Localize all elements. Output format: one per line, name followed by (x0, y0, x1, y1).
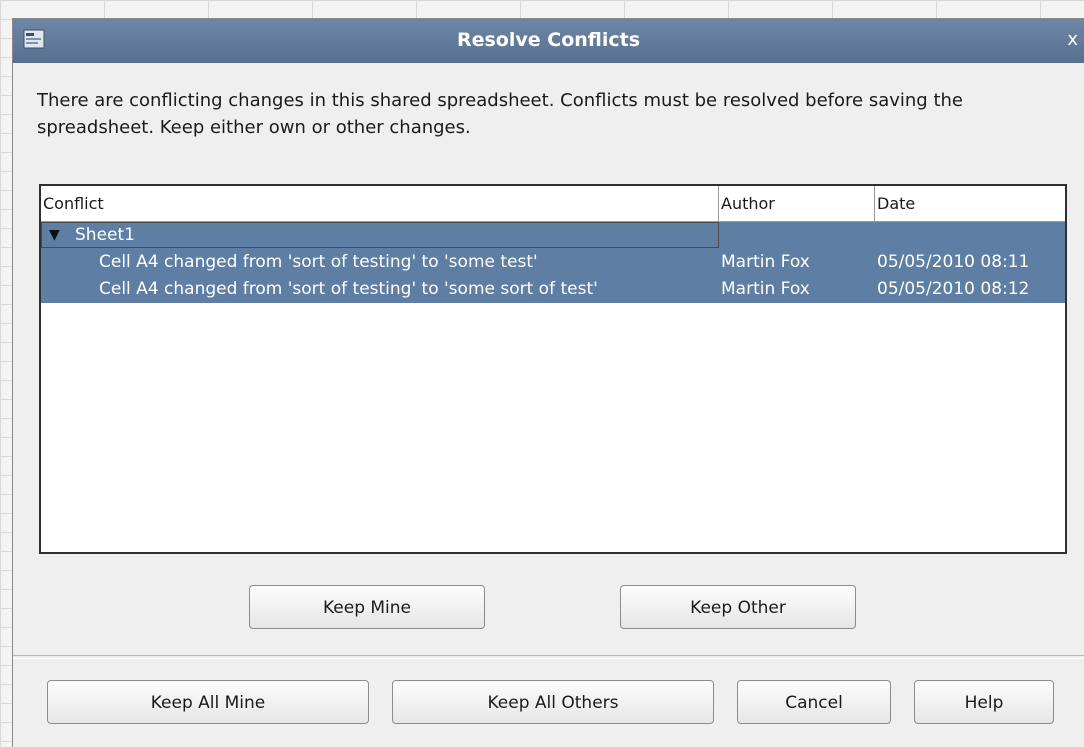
conflict-author: Martin Fox (721, 252, 810, 272)
conflict-author: Martin Fox (721, 279, 810, 299)
cancel-button[interactable]: Cancel (737, 680, 891, 724)
conflict-message: There are conflicting changes in this sh… (37, 90, 963, 138)
expander-down-icon[interactable]: ▼ (49, 222, 60, 249)
close-icon[interactable]: x (1067, 31, 1078, 49)
separator (13, 655, 1084, 659)
conflicts-list[interactable]: Conflict Author Date ▼ Sheet1 Cell A4 ch… (39, 184, 1067, 554)
column-header-conflict[interactable]: Conflict (41, 186, 719, 222)
sheet-group-row[interactable]: ▼ Sheet1 (41, 222, 1065, 249)
sheet-focus-box (41, 222, 719, 248)
dialog-title: Resolve Conflicts (456, 29, 641, 51)
sheet-label: Sheet1 (75, 225, 135, 245)
conflict-row[interactable]: Cell A4 changed from 'sort of testing' t… (41, 276, 1065, 303)
resolve-conflicts-dialog: Resolve Conflicts x There are conflictin… (12, 18, 1084, 747)
conflict-description: Cell A4 changed from 'sort of testing' t… (99, 279, 598, 299)
help-button[interactable]: Help (914, 680, 1054, 724)
conflict-description: Cell A4 changed from 'sort of testing' t… (99, 252, 538, 272)
conflict-row[interactable]: Cell A4 changed from 'sort of testing' t… (41, 249, 1065, 276)
column-header-author[interactable]: Author (719, 186, 875, 222)
title-bar[interactable]: Resolve Conflicts x (13, 19, 1084, 63)
list-header: Conflict Author Date (41, 186, 1065, 222)
keep-all-others-button[interactable]: Keep All Others (392, 680, 714, 724)
keep-all-mine-button[interactable]: Keep All Mine (47, 680, 369, 724)
conflict-date: 05/05/2010 08:11 (877, 252, 1030, 272)
keep-other-button[interactable]: Keep Other (620, 585, 856, 629)
conflict-date: 05/05/2010 08:12 (877, 279, 1030, 299)
column-header-date[interactable]: Date (875, 186, 1065, 222)
keep-mine-button[interactable]: Keep Mine (249, 585, 485, 629)
